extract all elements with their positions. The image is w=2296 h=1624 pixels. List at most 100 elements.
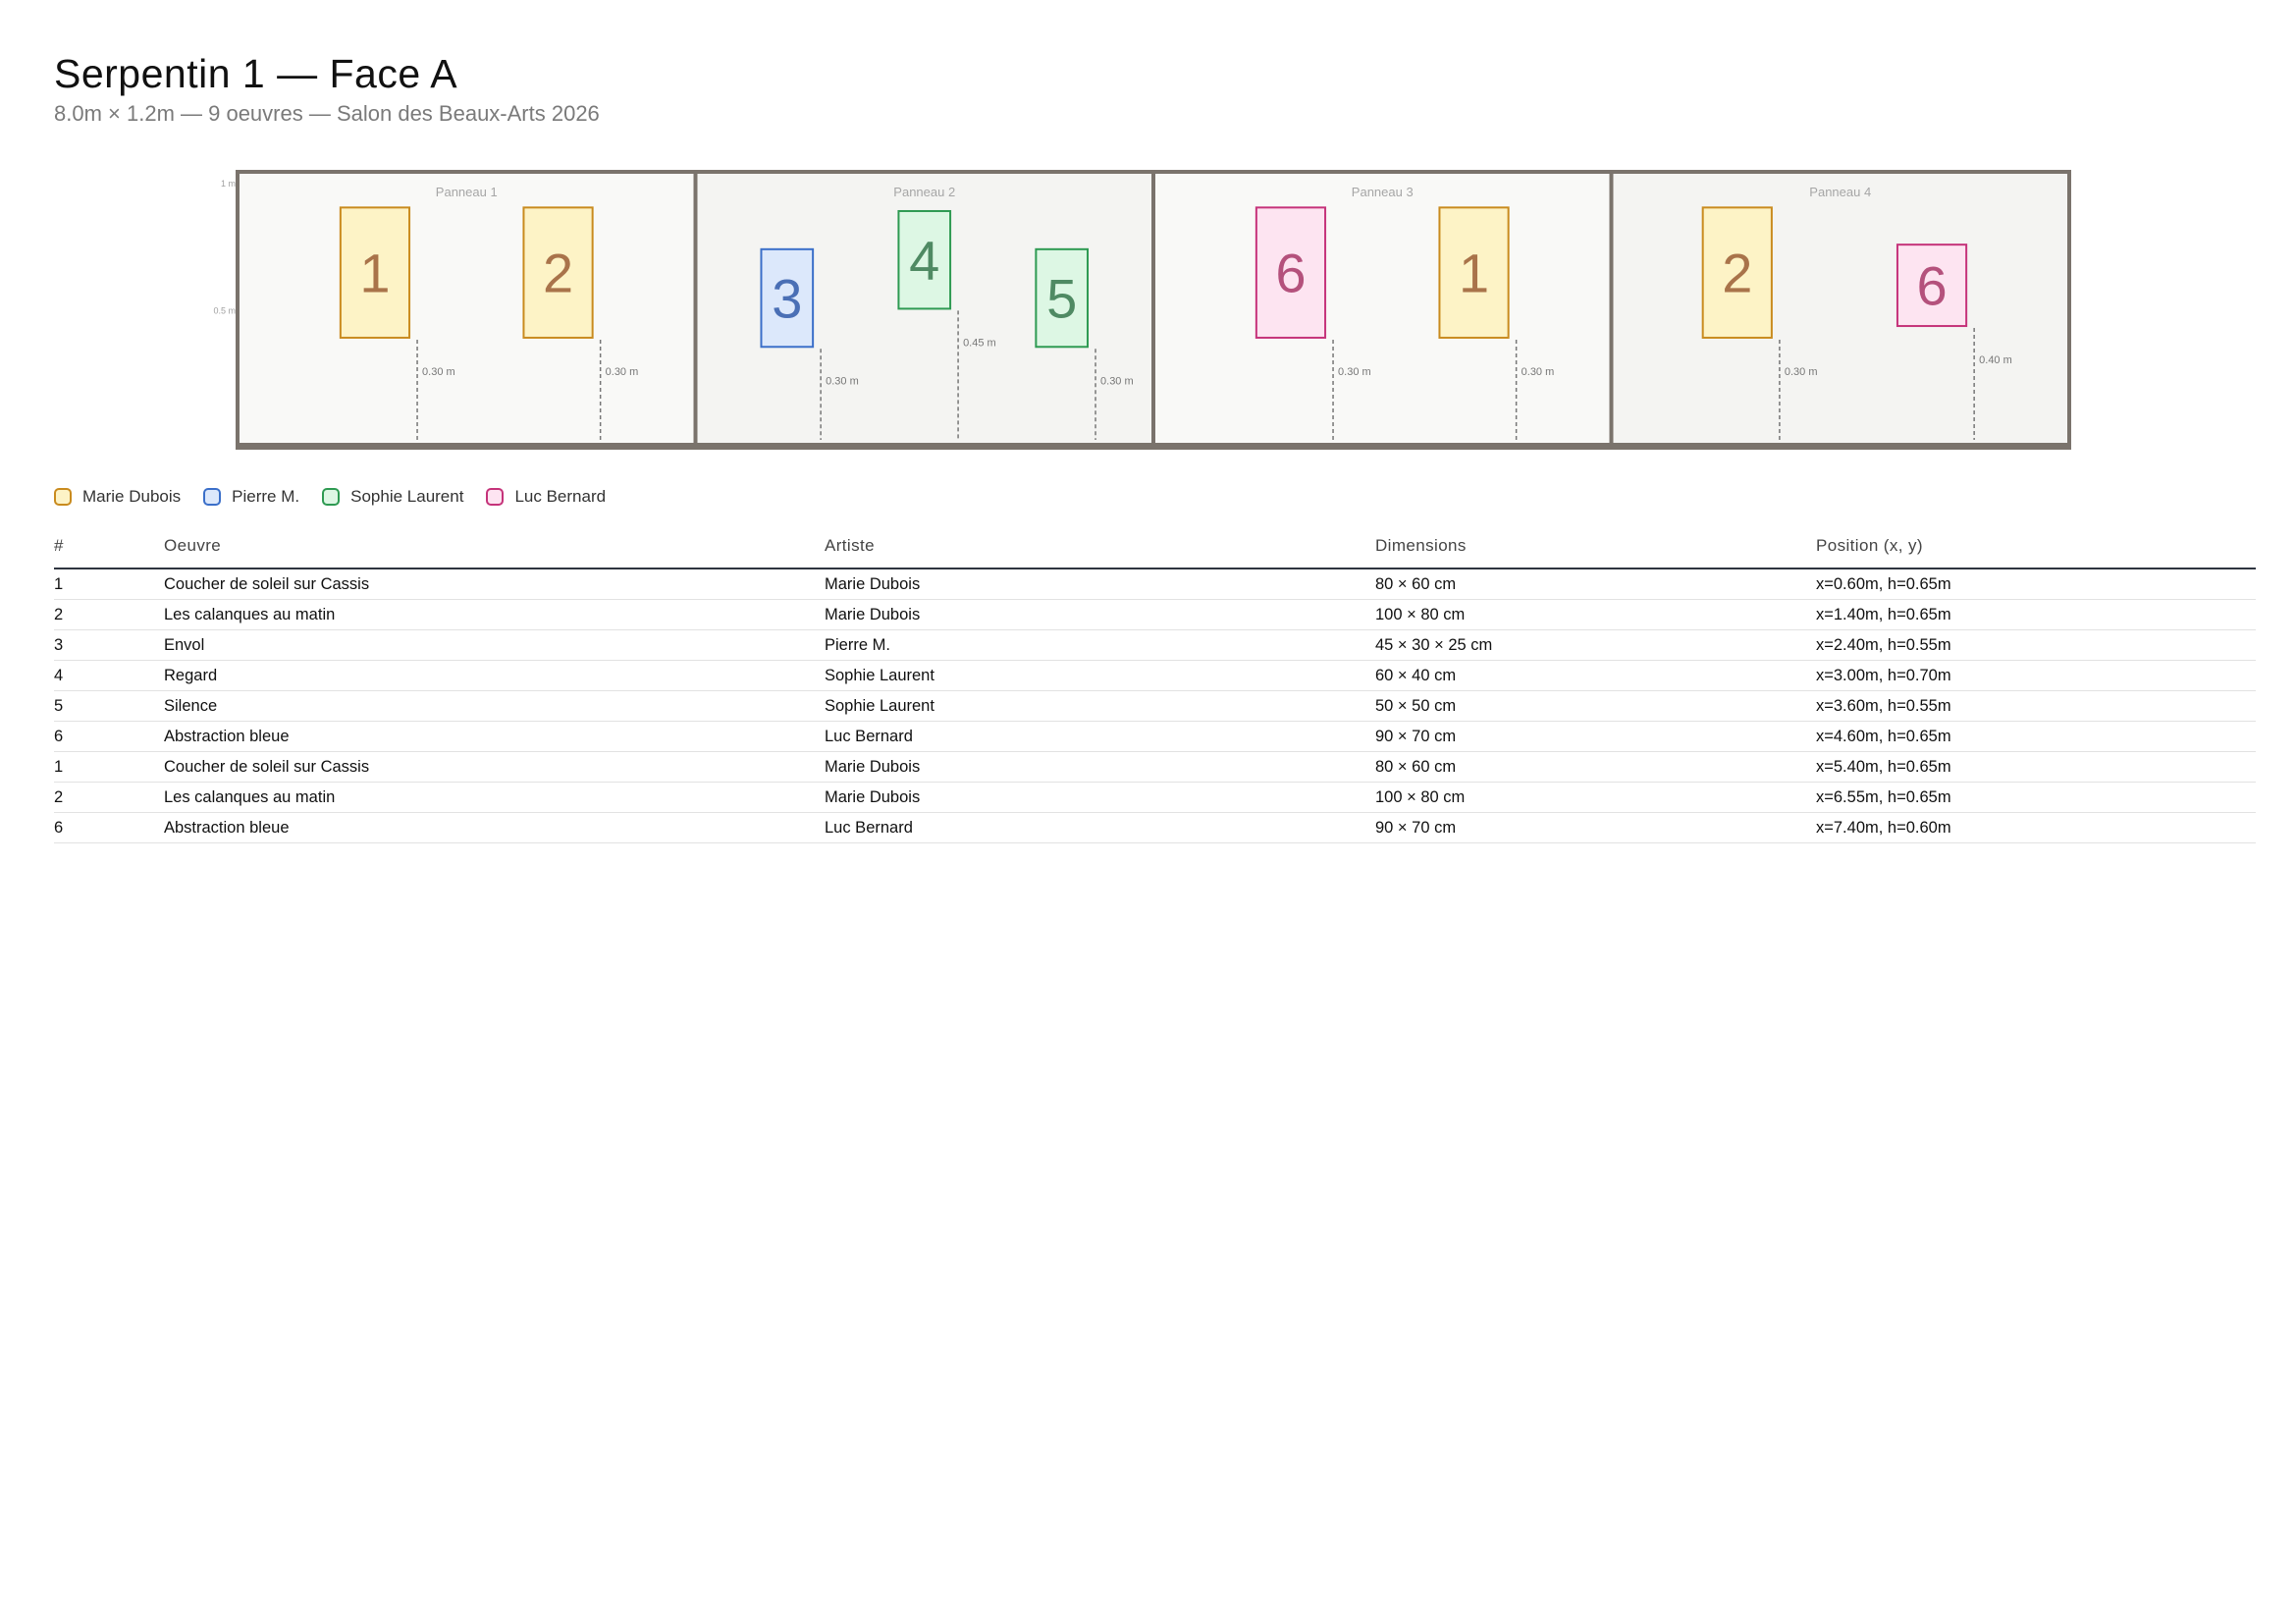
cell-position: x=3.60m, h=0.55m (1816, 690, 2256, 722)
legend-swatch (322, 488, 341, 506)
legend-label: Sophie Laurent (350, 487, 464, 506)
cell-position: x=0.60m, h=0.65m (1816, 568, 2256, 600)
legend-item: Sophie Laurent (322, 487, 463, 507)
column-header-dimensions: Dimensions (1375, 536, 1816, 569)
panel-background (1153, 172, 1612, 445)
legend-item: Pierre M. (203, 487, 299, 507)
cell-artiste: Marie Dubois (825, 568, 1375, 600)
cell-position: x=2.40m, h=0.55m (1816, 629, 2256, 661)
table-row: 3 Envol Pierre M. 45 × 30 × 25 cm x=2.40m, h… (54, 629, 2256, 661)
cell-artiste: Pierre M. (825, 629, 1375, 661)
artwork-number: 6 (1916, 255, 1947, 317)
cell-oeuvre: Les calanques au matin (164, 782, 825, 813)
cell-oeuvre: Abstraction bleue (164, 721, 825, 752)
cell-artiste: Marie Dubois (825, 599, 1375, 630)
spacing-label: 0.30 m (422, 366, 455, 378)
legend-swatch (203, 488, 222, 506)
panel-background (1611, 172, 2069, 445)
column-header-position: Position (x, y) (1816, 536, 2256, 569)
table-header-row: # Oeuvre Artiste Dimensions Position (x,… (54, 536, 2256, 569)
cell-oeuvre: Les calanques au matin (164, 599, 825, 630)
artwork-number: 1 (1459, 243, 1489, 304)
cell-oeuvre: Coucher de soleil sur Cassis (164, 751, 825, 783)
artist-legend: Marie Dubois Pierre M. Sophie Laurent Luc B… (54, 485, 628, 509)
column-header-number: # (54, 536, 164, 569)
cell-oeuvre: Abstraction bleue (164, 812, 825, 843)
cell-number: 6 (54, 812, 164, 843)
legend-item: Marie Dubois (54, 487, 181, 507)
cell-position: x=4.60m, h=0.65m (1816, 721, 2256, 752)
cell-number: 6 (54, 721, 164, 752)
cell-artiste: Sophie Laurent (825, 660, 1375, 691)
column-header-artiste: Artiste (825, 536, 1375, 569)
cell-number: 5 (54, 690, 164, 722)
artwork-number: 4 (909, 230, 939, 292)
cell-dimensions: 80 × 60 cm (1375, 751, 1816, 783)
table-row: 1 Coucher de soleil sur Cassis Marie Duboi… (54, 751, 2256, 783)
artwork-number: 6 (1275, 243, 1306, 304)
artwork-number: 2 (1722, 243, 1752, 304)
legend-swatch (54, 488, 72, 506)
cell-number: 3 (54, 629, 164, 661)
cell-artiste: Marie Dubois (825, 751, 1375, 783)
table-row: 2 Les calanques au matin Marie Dubois 100 ×… (54, 782, 2256, 813)
legend-item: Luc Bernard (486, 487, 606, 507)
artwork-number: 3 (772, 268, 802, 330)
cell-position: x=5.40m, h=0.65m (1816, 751, 2256, 783)
spacing-label: 0.30 m (1522, 366, 1555, 378)
artwork-number: 5 (1046, 268, 1077, 330)
cell-dimensions: 45 × 30 × 25 cm (1375, 629, 1816, 661)
cell-oeuvre: Envol (164, 629, 825, 661)
cell-number: 1 (54, 568, 164, 600)
spacing-label: 0.30 m (1100, 375, 1134, 387)
artworks-table: # Oeuvre Artiste Dimensions Position (x,… (54, 536, 2256, 843)
legend-swatch (486, 488, 505, 506)
table-row: 2 Les calanques au matin Marie Dubois 100 ×… (54, 599, 2256, 630)
y-tick-label: 1 m (221, 179, 236, 189)
cell-dimensions: 100 × 80 cm (1375, 599, 1816, 630)
spacing-label: 0.30 m (1785, 366, 1818, 378)
cell-oeuvre: Coucher de soleil sur Cassis (164, 568, 825, 600)
artwork-number: 2 (543, 243, 573, 304)
table-row: 6 Abstraction bleue Luc Bernard 90 × 70 cm x… (54, 812, 2256, 843)
cell-dimensions: 50 × 50 cm (1375, 690, 1816, 722)
cell-artiste: Luc Bernard (825, 721, 1375, 752)
cell-position: x=1.40m, h=0.65m (1816, 599, 2256, 630)
table-body: 1 Coucher de soleil sur Cassis Marie Duboi… (54, 568, 2256, 843)
spacing-label: 0.30 m (606, 366, 639, 378)
cell-dimensions: 100 × 80 cm (1375, 782, 1816, 813)
cell-number: 4 (54, 660, 164, 691)
cell-dimensions: 90 × 70 cm (1375, 812, 1816, 843)
panel-background (238, 172, 696, 445)
cell-position: x=3.00m, h=0.70m (1816, 660, 2256, 691)
cell-artiste: Marie Dubois (825, 782, 1375, 813)
spacing-label: 0.45 m (963, 337, 996, 349)
cell-dimensions: 80 × 60 cm (1375, 568, 1816, 600)
y-tick-label: 0.5 m (213, 306, 236, 316)
cell-number: 2 (54, 782, 164, 813)
spacing-label: 0.40 m (1979, 354, 2012, 366)
cell-number: 1 (54, 751, 164, 783)
wall-elevation-diagram: Panneau 1 Panneau 2 Panneau 3 Panneau 4 1 m 0… (213, 170, 2071, 450)
column-header-oeuvre: Oeuvre (164, 536, 825, 569)
cell-artiste: Sophie Laurent (825, 690, 1375, 722)
cell-oeuvre: Silence (164, 690, 825, 722)
panel-label: Panneau 2 (893, 185, 955, 199)
table-row: 1 Coucher de soleil sur Cassis Marie Duboi… (54, 568, 2256, 600)
spacing-label: 0.30 m (1338, 366, 1371, 378)
cell-oeuvre: Regard (164, 660, 825, 691)
cell-dimensions: 90 × 70 cm (1375, 721, 1816, 752)
legend-label: Marie Dubois (82, 487, 182, 506)
cell-position: x=6.55m, h=0.65m (1816, 782, 2256, 813)
table-row: 5 Silence Sophie Laurent 50 × 50 cm x=3.60m,… (54, 690, 2256, 722)
spacing-label: 0.30 m (826, 375, 859, 387)
cell-number: 2 (54, 599, 164, 630)
cell-position: x=7.40m, h=0.60m (1816, 812, 2256, 843)
panel-label: Panneau 4 (1809, 185, 1871, 199)
table-row: 4 Regard Sophie Laurent 60 × 40 cm x=3.00m, … (54, 660, 2256, 691)
table-row: 6 Abstraction bleue Luc Bernard 90 × 70 cm x… (54, 721, 2256, 752)
legend-label: Pierre M. (232, 487, 300, 506)
panel-label: Panneau 3 (1352, 185, 1414, 199)
cell-dimensions: 60 × 40 cm (1375, 660, 1816, 691)
artwork-number: 1 (359, 243, 390, 304)
